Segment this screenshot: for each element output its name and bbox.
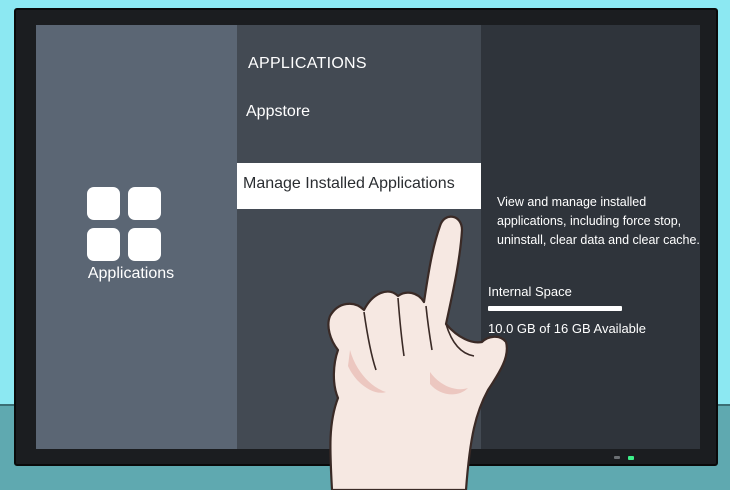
status-led <box>628 456 634 460</box>
menu-item-appstore[interactable]: Appstore <box>237 103 481 121</box>
storage-bar-fill <box>488 306 622 311</box>
app-grid-tile <box>87 187 120 220</box>
details-pane: View and manage installed applications, … <box>481 25 700 449</box>
tv-screen: Applications APPLICATIONS Appstore Manag… <box>36 25 700 449</box>
section-title: APPLICATIONS <box>248 55 367 72</box>
storage-label: Internal Space <box>488 284 572 299</box>
app-grid-icon[interactable] <box>87 187 163 263</box>
menu-pane: APPLICATIONS Appstore Manage Installed A… <box>237 25 481 449</box>
category-label: Applications <box>87 265 175 282</box>
tv-bezel: Applications APPLICATIONS Appstore Manag… <box>14 8 718 466</box>
storage-bar <box>488 306 622 311</box>
power-indicator <box>614 456 620 459</box>
category-pane: Applications <box>36 25 237 449</box>
menu-item-manage-installed[interactable]: Manage Installed Applications <box>237 163 481 209</box>
app-grid-tile <box>128 187 161 220</box>
description-text: View and manage installed applications, … <box>497 195 700 247</box>
app-grid-tile <box>128 228 161 261</box>
storage-available-text: 10.0 GB of 16 GB Available <box>488 321 647 336</box>
app-grid-tile <box>87 228 120 261</box>
